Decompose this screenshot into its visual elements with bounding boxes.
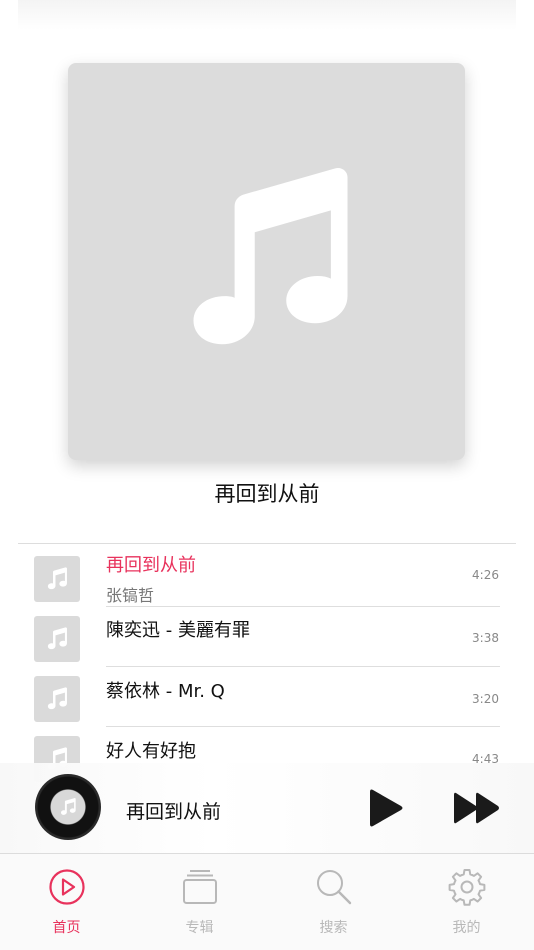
mini-player[interactable]: 再回到从前	[0, 763, 534, 854]
play-circle-icon	[49, 869, 85, 905]
track-thumbnail	[34, 556, 80, 602]
track-thumbnail	[34, 676, 80, 722]
list-item[interactable]: 再回到从前 张镐哲 4:26	[0, 547, 534, 607]
album-artwork	[68, 63, 465, 460]
track-title: 再回到从前	[106, 555, 196, 576]
track-duration: 3:38	[472, 631, 499, 645]
track-duration: 3:20	[472, 692, 499, 706]
gear-icon	[448, 869, 486, 906]
top-bar	[18, 0, 516, 30]
list-item[interactable]: 蔡依林 - Mr. Q 3:20	[0, 667, 534, 727]
track-thumbnail	[34, 616, 80, 662]
track-artist: 张镐哲	[106, 586, 155, 605]
track-title: 蔡依林 - Mr. Q	[106, 681, 225, 702]
player-track-title: 再回到从前	[126, 801, 222, 823]
tab-profile[interactable]: 我的	[400, 854, 533, 950]
play-button[interactable]	[364, 785, 408, 831]
vinyl-disc[interactable]	[35, 774, 101, 840]
tab-label: 我的	[452, 920, 481, 936]
divider	[18, 543, 516, 544]
search-icon	[317, 870, 352, 905]
list-item[interactable]: 陳奕迅 - 美麗有罪 3:38	[0, 607, 534, 667]
track-duration: 4:26	[472, 568, 499, 582]
tab-label: 搜索	[319, 920, 348, 936]
fast-forward-icon	[454, 792, 499, 824]
track-title: 陳奕迅 - 美麗有罪	[106, 620, 250, 641]
track-title: 好人有好抱	[106, 741, 196, 762]
play-icon	[370, 789, 403, 827]
album-stack-icon	[183, 870, 217, 904]
tab-label: 专辑	[185, 920, 214, 936]
tab-home[interactable]: 首页	[0, 854, 133, 950]
music-note-icon	[61, 798, 76, 815]
music-note-icon	[47, 627, 67, 650]
tab-albums[interactable]: 专辑	[133, 854, 266, 950]
music-note-icon	[47, 687, 67, 710]
now-playing-title: 再回到从前	[214, 482, 320, 506]
tab-label: 首页	[52, 920, 81, 936]
next-button[interactable]	[452, 789, 502, 827]
music-note-icon	[47, 567, 67, 590]
tab-search[interactable]: 搜索	[267, 854, 400, 950]
tab-bar: 首页 专辑 搜索 我的	[0, 854, 534, 950]
music-note-icon	[193, 167, 347, 344]
